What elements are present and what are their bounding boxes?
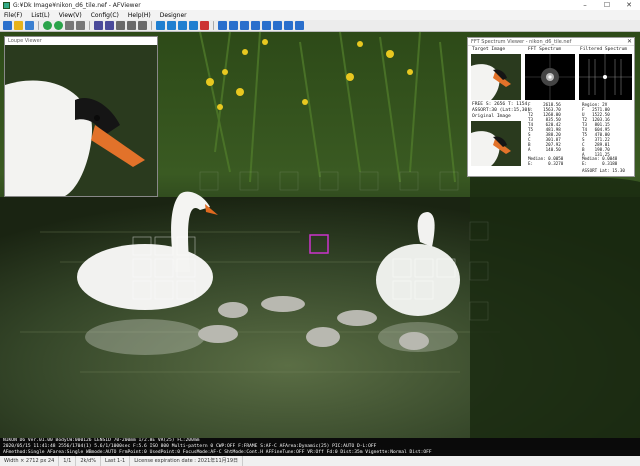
- status-index: 1/1: [59, 456, 77, 466]
- fft-title: FFT Spectrum Viewer - nikon_d6_tile.nef: [468, 38, 634, 46]
- window-controls: – ☐ ✕: [574, 0, 640, 10]
- fft-info-line2: ASSORT:30 (Lat:15,30): [472, 108, 531, 113]
- flip-icon[interactable]: [178, 21, 187, 30]
- settings-icon[interactable]: [273, 21, 282, 30]
- histogram-icon[interactable]: [127, 21, 136, 30]
- af-point-icon[interactable]: [251, 21, 260, 30]
- maximize-button[interactable]: ☐: [596, 0, 618, 10]
- menu-designer[interactable]: Designer: [160, 12, 187, 19]
- rotate-right-icon[interactable]: [167, 21, 176, 30]
- menu-config[interactable]: Config(C): [91, 12, 119, 19]
- status-page: Last 1-1: [101, 456, 131, 466]
- exif-icon[interactable]: [262, 21, 271, 30]
- folder-icon[interactable]: [14, 21, 23, 30]
- info-icon[interactable]: [138, 21, 147, 30]
- fft-assort-right: ASSORT Lat: 15.30: [582, 168, 625, 173]
- fft-median-right: Median: 0.0048 E: 0.3188: [582, 156, 618, 166]
- previous-icon[interactable]: [43, 21, 52, 30]
- status-image-size: Width × 2712 px 24: [0, 456, 60, 466]
- loupe-icon[interactable]: [218, 21, 227, 30]
- status-license: License expiration date : 2021年11月19日: [130, 456, 244, 466]
- close-button[interactable]: ✕: [618, 0, 640, 10]
- window-title: G:¥Dk Image¥nikon_d6_tile.nef - AFViewer: [13, 1, 141, 9]
- fft-spectrum-label: FFT Spectrum: [528, 47, 562, 52]
- minimize-button[interactable]: –: [574, 0, 596, 10]
- loupe-viewer-panel[interactable]: Loupe Viewer: [4, 36, 158, 197]
- menu-bar: File(F) List(L) View(V) Config(C) Help(H…: [0, 10, 640, 20]
- toolbar-separator: [89, 21, 90, 30]
- loupe-title: Loupe Viewer: [5, 37, 157, 45]
- zoom-icon[interactable]: [94, 21, 103, 30]
- fft-icon[interactable]: [229, 21, 238, 30]
- loupe-image: [5, 45, 157, 196]
- fft-stats-right: Region: 2V F 2571.00 U 1522.50 T2 1203.1…: [582, 102, 610, 157]
- menu-file[interactable]: File(F): [4, 12, 22, 19]
- menu-help[interactable]: Help(H): [128, 12, 151, 19]
- filtered-spectrum-image: [579, 54, 632, 100]
- fft-close-button[interactable]: ✕: [627, 38, 632, 45]
- open-folder-icon[interactable]: [3, 21, 12, 30]
- toolbar-separator: [151, 21, 152, 30]
- rotate-left-icon[interactable]: [156, 21, 165, 30]
- app-icon: [3, 1, 10, 9]
- fft-spectrum-image: [525, 54, 575, 100]
- toolbar: [0, 20, 640, 32]
- fft-stats-left: F 2618.56 U: 1563.70 T2 1268.00 T3 835.5…: [528, 102, 561, 152]
- window-icon[interactable]: [284, 21, 293, 30]
- focus-icon[interactable]: [240, 21, 249, 30]
- original-image-label: Original Image: [472, 114, 511, 119]
- toolbar-separator: [38, 21, 39, 30]
- target-image-label: Target Image: [472, 47, 506, 52]
- menu-view[interactable]: View(V): [59, 12, 82, 19]
- filtered-spectrum-label: Filtered Spectrum: [580, 47, 628, 52]
- title-bar: G:¥Dk Image¥nikon_d6_tile.nef - AFViewer…: [0, 0, 640, 10]
- next-icon[interactable]: [54, 21, 63, 30]
- first-icon[interactable]: [65, 21, 74, 30]
- toolbar-separator: [213, 21, 214, 30]
- status-bar: Width × 2712 px 24 1/1 2k/d% Last 1-1 Li…: [0, 456, 640, 466]
- status-zoom: 2k/d%: [76, 456, 102, 466]
- target-image-thumb: [471, 54, 521, 100]
- help-icon[interactable]: [295, 21, 304, 30]
- grid-icon[interactable]: [116, 21, 125, 30]
- original-image-thumb: [471, 121, 521, 166]
- fft-info-line1: FREE S: 2656 T: 1154: [472, 102, 528, 107]
- menu-list[interactable]: List(L): [31, 12, 50, 19]
- fft-spectrum-panel[interactable]: FFT Spectrum Viewer - nikon_d6_tile.nef …: [467, 37, 635, 177]
- fit-icon[interactable]: [105, 21, 114, 30]
- shooting-info-strip: NIKON D6 Ver.01.00 BodyCW:000126 LENSID …: [0, 438, 640, 456]
- compare-icon[interactable]: [189, 21, 198, 30]
- list-icon[interactable]: [25, 21, 34, 30]
- fft-median-left: Median: 0.0050 E: 0.3270: [528, 156, 564, 166]
- delete-icon[interactable]: [200, 21, 209, 30]
- last-icon[interactable]: [76, 21, 85, 30]
